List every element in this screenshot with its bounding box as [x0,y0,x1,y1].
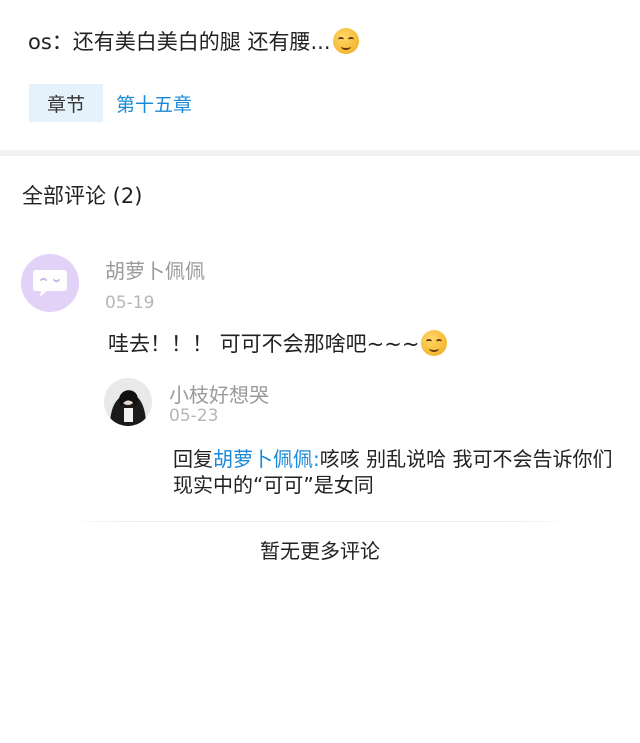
chapter-tag: 章节 [29,84,103,122]
comment-username[interactable]: 胡萝卜佩佩 [105,255,205,284]
no-more-comments: 暂无更多评论 [260,539,380,563]
comments-divider [60,521,580,522]
chapter-link[interactable]: 第十五章 [116,90,192,117]
reply-avatar[interactable] [104,378,152,426]
post-body: os：还有美白美白的腿 还有腰... [28,26,359,56]
section-divider [0,150,640,156]
reply-date: 05-23 [169,406,219,426]
comment-text: 哇去！！！ 可可不会那啥吧~~~ [108,328,448,358]
reply-username[interactable]: 小枝好想哭 [169,379,269,408]
comment-text-content: 哇去！！！ 可可不会那啥吧~~~ [108,332,420,356]
drooling-face-emoji-icon [332,28,359,54]
reply-text: 回复胡萝卜佩佩:咳咳 别乱说哈 我可不会告诉你们现实中的“可可”是女同 [173,446,628,498]
chat-bubble-icon [33,270,67,297]
person-photo-icon [104,378,152,426]
chapter-row: 章节 第十五章 [29,84,192,122]
comments-header: 全部评论 (2) [22,184,143,208]
comment-date: 05-19 [105,293,155,313]
post-body-text: os：还有美白美白的腿 还有腰... [28,30,331,54]
smirking-face-emoji-icon [421,330,448,356]
reply-mention[interactable]: 胡萝卜佩佩: [213,447,320,471]
avatar[interactable] [21,254,79,312]
reply-prefix: 回复 [173,447,213,471]
